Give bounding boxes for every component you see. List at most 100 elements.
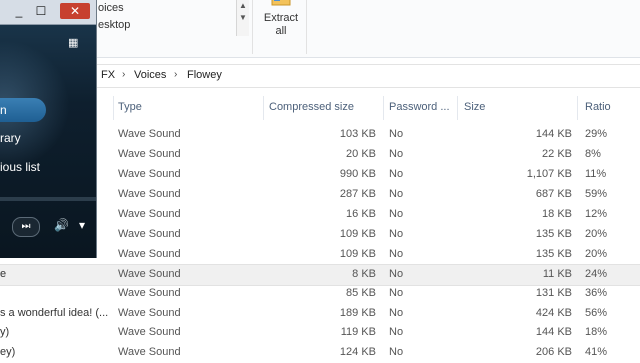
file-ratio: 29% xyxy=(585,128,608,140)
file-password: No xyxy=(389,128,404,140)
column-header-type[interactable]: Type xyxy=(118,101,142,113)
file-password: No xyxy=(389,148,404,160)
column-header-size[interactable]: Size xyxy=(464,101,485,113)
ribbon-item-desktop[interactable]: esktop xyxy=(98,19,130,31)
file-size: 144 KB xyxy=(535,128,572,140)
file-compressed-size: 109 KB xyxy=(339,228,376,240)
column-header-compressed-size[interactable]: Compressed size xyxy=(269,101,354,113)
file-name: y) xyxy=(0,326,10,338)
file-compressed-size: 109 KB xyxy=(339,248,376,260)
column-divider[interactable] xyxy=(577,96,578,120)
file-ratio: 41% xyxy=(585,346,608,358)
file-size: 18 KB xyxy=(542,208,572,220)
file-type: Wave Sound xyxy=(118,326,181,338)
breadcrumb-flowey[interactable]: Flowey xyxy=(187,69,222,81)
extract-all-button[interactable]: Extract all xyxy=(258,0,304,52)
breadcrumb-voices[interactable]: Voices xyxy=(134,69,166,81)
seek-bar[interactable] xyxy=(0,197,96,201)
file-type: Wave Sound xyxy=(118,168,181,180)
breadcrumb-separator-icon[interactable]: › xyxy=(122,69,125,80)
file-type: Wave Sound xyxy=(118,346,181,358)
file-password: No xyxy=(389,326,404,338)
file-compressed-size: 16 KB xyxy=(346,208,376,220)
file-ratio: 12% xyxy=(585,208,608,220)
file-size: 1,107 KB xyxy=(526,168,572,180)
breadcrumb-separator-icon[interactable]: › xyxy=(174,69,177,80)
file-compressed-size: 103 KB xyxy=(339,128,376,140)
player-menu-item-previous-list[interactable]: ious list xyxy=(0,160,40,174)
ribbon-divider xyxy=(252,0,253,54)
column-divider[interactable] xyxy=(383,96,384,120)
extract-folder-icon xyxy=(271,0,291,6)
file-name: s a wonderful idea! (... xyxy=(0,307,109,319)
ribbon-divider xyxy=(306,0,307,54)
column-divider[interactable] xyxy=(457,96,458,120)
file-password: No xyxy=(389,268,404,280)
extract-all-label: Extract all xyxy=(263,12,299,37)
close-button[interactable]: ✕ xyxy=(60,3,90,19)
player-menu-item-now-playing[interactable]: n xyxy=(0,98,46,122)
ribbon-item-voices[interactable]: oices xyxy=(98,2,124,14)
file-size: 131 KB xyxy=(535,287,572,299)
file-row[interactable]: y) Wave Sound 119 KB No 144 KB 18% xyxy=(0,323,640,343)
file-type: Wave Sound xyxy=(118,287,181,299)
chevron-down-icon[interactable]: ▾ xyxy=(79,218,85,232)
file-password: No xyxy=(389,248,404,260)
file-compressed-size: 990 KB xyxy=(339,168,376,180)
file-row[interactable]: s a wonderful idea! (... Wave Sound 189 … xyxy=(0,304,640,324)
file-size: 424 KB xyxy=(535,307,572,319)
file-ratio: 56% xyxy=(585,307,608,319)
file-size: 11 KB xyxy=(542,268,572,280)
file-name: ey) xyxy=(0,346,16,358)
file-ratio: 11% xyxy=(585,168,607,180)
maximize-button[interactable]: ☐ xyxy=(30,3,52,19)
file-password: No xyxy=(389,287,404,299)
file-type: Wave Sound xyxy=(118,307,181,319)
file-compressed-size: 20 KB xyxy=(346,148,376,160)
player-menu-item-library[interactable]: rary xyxy=(0,131,21,145)
file-password: No xyxy=(389,307,404,319)
file-size: 135 KB xyxy=(535,228,572,240)
scroll-down-icon[interactable]: ▼ xyxy=(237,12,249,24)
file-type: Wave Sound xyxy=(118,228,181,240)
file-password: No xyxy=(389,208,404,220)
switch-view-icon[interactable]: ▦ xyxy=(68,36,86,50)
column-header-ratio[interactable]: Ratio xyxy=(585,101,611,113)
volume-icon[interactable]: 🔊 xyxy=(54,218,69,232)
next-track-button[interactable]: ⏭ xyxy=(12,217,40,237)
file-type: Wave Sound xyxy=(118,128,181,140)
file-row[interactable]: ey) Wave Sound 124 KB No 206 KB 41% xyxy=(0,343,640,363)
breadcrumb-fx[interactable]: FX xyxy=(101,69,115,81)
file-ratio: 59% xyxy=(585,188,608,200)
file-compressed-size: 8 KB xyxy=(352,268,376,280)
file-compressed-size: 287 KB xyxy=(339,188,376,200)
ribbon-scrollbar[interactable]: ▲ ▼ xyxy=(236,0,249,36)
file-type: Wave Sound xyxy=(118,188,181,200)
file-password: No xyxy=(389,346,404,358)
file-ratio: 8% xyxy=(585,148,601,160)
file-row[interactable]: Wave Sound 85 KB No 131 KB 36% xyxy=(0,284,640,304)
file-ratio: 20% xyxy=(585,248,608,260)
file-type: Wave Sound xyxy=(118,208,181,220)
file-password: No xyxy=(389,228,404,240)
file-row-selected[interactable]: e Wave Sound 8 KB No 11 KB 24% xyxy=(0,264,640,286)
file-name: e xyxy=(0,268,7,280)
column-header-password[interactable]: Password ... xyxy=(389,101,450,113)
file-compressed-size: 119 KB xyxy=(340,326,376,338)
scroll-up-icon[interactable]: ▲ xyxy=(237,0,249,12)
file-size: 206 KB xyxy=(535,346,572,358)
file-ratio: 20% xyxy=(585,228,608,240)
file-compressed-size: 85 KB xyxy=(346,287,376,299)
player-titlebar[interactable]: _ ☐ ✕ xyxy=(0,0,96,25)
file-type: Wave Sound xyxy=(118,148,181,160)
file-compressed-size: 189 KB xyxy=(339,307,376,319)
media-player-window[interactable]: _ ☐ ✕ ▦ n rary ious list ⏭ 🔊 ▾ xyxy=(0,0,97,258)
minimize-button[interactable]: _ xyxy=(8,3,30,19)
file-type: Wave Sound xyxy=(118,248,181,260)
column-divider[interactable] xyxy=(263,96,264,120)
column-divider[interactable] xyxy=(113,96,114,120)
file-size: 135 KB xyxy=(535,248,572,260)
player-controls: ⏭ 🔊 ▾ xyxy=(0,214,96,240)
file-password: No xyxy=(389,168,404,180)
file-type: Wave Sound xyxy=(118,268,181,280)
